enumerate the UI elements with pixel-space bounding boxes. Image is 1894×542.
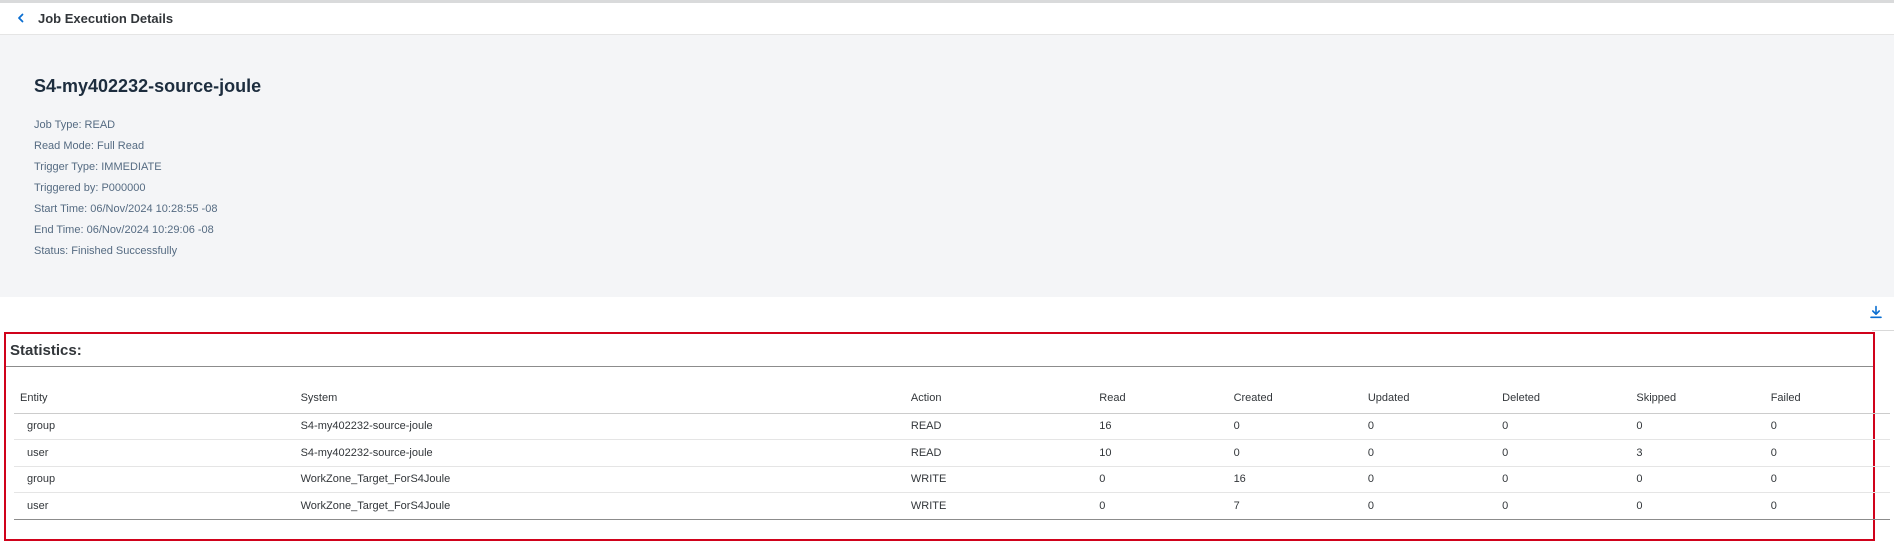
- column-header-action[interactable]: Action: [904, 383, 1094, 414]
- column-header-entity[interactable]: Entity: [14, 383, 295, 414]
- cell-action: WRITE: [904, 492, 1094, 520]
- cell-system: S4-my402232-source-joule: [294, 413, 905, 440]
- column-header-skipped[interactable]: Skipped: [1630, 383, 1765, 414]
- cell-entity: group: [14, 466, 295, 493]
- cell-system: WorkZone_Target_ForS4Joule: [294, 492, 905, 520]
- nav-bar: Job Execution Details: [0, 3, 1894, 35]
- download-button[interactable]: [1866, 304, 1886, 324]
- cell-failed: 0: [1764, 413, 1890, 440]
- cell-updated: 0: [1361, 439, 1497, 467]
- cell-system: WorkZone_Target_ForS4Joule: [294, 466, 905, 493]
- column-header-deleted[interactable]: Deleted: [1496, 383, 1631, 414]
- cell-updated: 0: [1361, 492, 1497, 520]
- column-header-read[interactable]: Read: [1093, 383, 1228, 414]
- attribute-triggered-by: Triggered by: P000000: [34, 182, 146, 194]
- cell-skipped: 0: [1630, 413, 1765, 440]
- cell-created: 16: [1227, 466, 1362, 493]
- attribute-read-mode: Read Mode: Full Read: [34, 140, 145, 152]
- attribute-status: Status: Finished Successfully: [34, 245, 178, 257]
- cell-system: S4-my402232-source-joule: [294, 439, 905, 467]
- statistics-table: Entity System Action Read Created Update…: [14, 383, 1890, 520]
- column-header-failed[interactable]: Failed: [1764, 383, 1890, 414]
- toolbar-divider: [1872, 330, 1894, 331]
- cell-failed: 0: [1764, 492, 1890, 520]
- cell-read: 0: [1093, 466, 1228, 493]
- column-header-updated[interactable]: Updated: [1361, 383, 1497, 414]
- cell-read: 16: [1093, 413, 1228, 440]
- attribute-job-type: Job Type: READ: [34, 119, 116, 131]
- back-button[interactable]: [10, 8, 32, 30]
- cell-updated: 0: [1361, 413, 1497, 440]
- column-header-system[interactable]: System: [294, 383, 905, 414]
- cell-read: 0: [1093, 492, 1228, 520]
- cell-skipped: 3: [1630, 439, 1765, 467]
- object-header: S4-my402232-source-joule Job Type: READ …: [0, 35, 1894, 297]
- table-row[interactable]: user WorkZone_Target_ForS4Joule WRITE 0 …: [14, 492, 1890, 520]
- cell-failed: 0: [1764, 439, 1890, 467]
- attribute-start-time: Start Time: 06/Nov/2024 10:28:55 -08: [34, 203, 218, 215]
- cell-deleted: 0: [1496, 439, 1631, 467]
- attribute-trigger-type: Trigger Type: IMMEDIATE: [34, 161, 162, 173]
- cell-created: 0: [1227, 413, 1362, 440]
- cell-skipped: 0: [1630, 466, 1765, 493]
- cell-skipped: 0: [1630, 492, 1765, 520]
- cell-action: WRITE: [904, 466, 1094, 493]
- cell-entity: user: [14, 439, 295, 467]
- cell-deleted: 0: [1496, 413, 1631, 440]
- statistics-divider: [6, 366, 1873, 367]
- column-header-created[interactable]: Created: [1227, 383, 1362, 414]
- attribute-end-time: End Time: 06/Nov/2024 10:29:06 -08: [34, 224, 214, 236]
- table-row[interactable]: group S4-my402232-source-joule READ 16 0…: [14, 413, 1890, 440]
- cell-action: READ: [904, 439, 1094, 467]
- attribute-list: Job Type: READ Read Mode: Full Read Trig…: [34, 115, 217, 262]
- cell-updated: 0: [1361, 466, 1497, 493]
- cell-entity: group: [14, 413, 295, 440]
- cell-read: 10: [1093, 439, 1228, 467]
- page-title: Job Execution Details: [38, 11, 174, 26]
- object-title: S4-my402232-source-joule: [34, 76, 262, 96]
- cell-action: READ: [904, 413, 1094, 440]
- table-row[interactable]: group WorkZone_Target_ForS4Joule WRITE 0…: [14, 466, 1890, 493]
- table-row[interactable]: user S4-my402232-source-joule READ 10 0 …: [14, 439, 1890, 467]
- statistics-section: Statistics: Entity System Action Read Cr…: [4, 332, 1890, 541]
- table-header-row: Entity System Action Read Created Update…: [14, 383, 1890, 414]
- cell-created: 7: [1227, 492, 1362, 520]
- cell-deleted: 0: [1496, 492, 1631, 520]
- chevron-left-icon: [16, 10, 26, 28]
- cell-deleted: 0: [1496, 466, 1631, 493]
- cell-entity: user: [14, 492, 295, 520]
- cell-failed: 0: [1764, 466, 1890, 493]
- cell-created: 0: [1227, 439, 1362, 467]
- statistics-title: Statistics:: [10, 342, 82, 359]
- download-icon: [1869, 305, 1883, 324]
